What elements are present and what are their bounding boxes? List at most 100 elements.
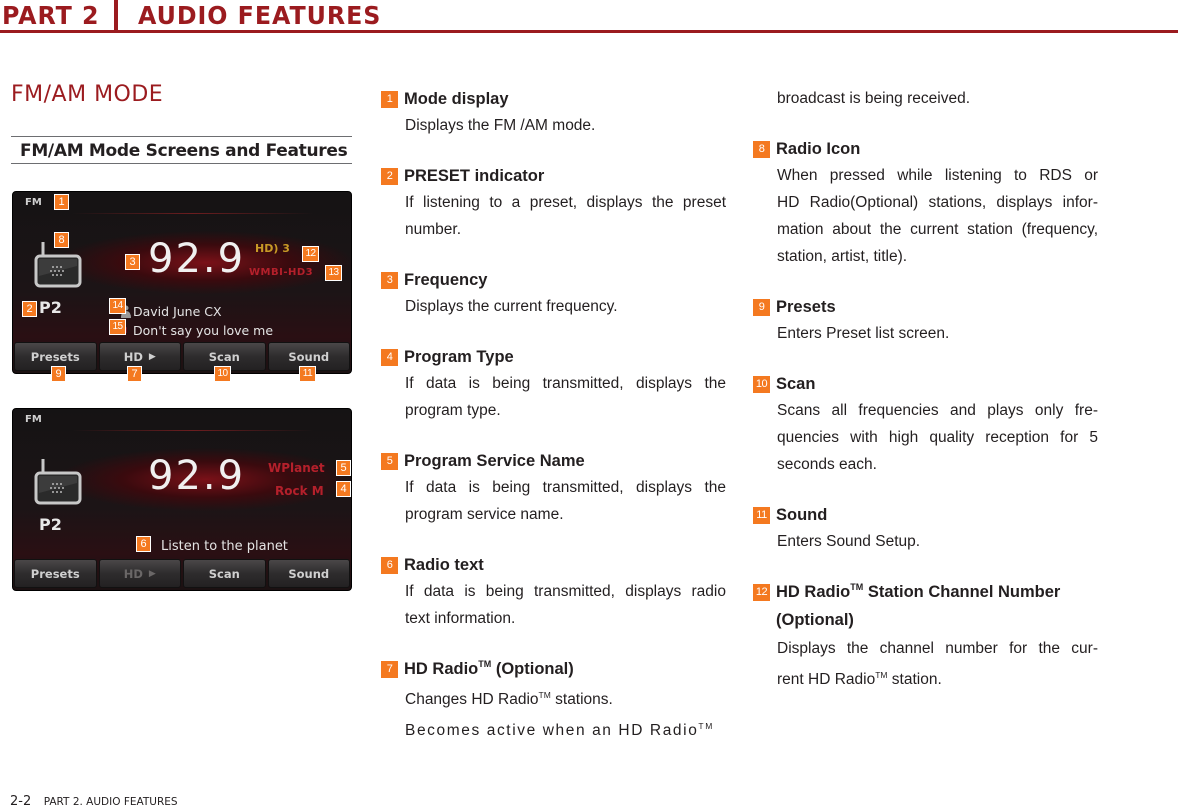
callout-badge: 7 [127,366,142,382]
feature-item: 6 Radio text If data is being transmitted… [381,552,726,632]
item-description: If data is being transmitted, displays r… [405,583,726,627]
item-number: 3 [381,271,398,289]
callout-badge: 11 [299,366,316,382]
feature-item-continued: broadcast is being received. [753,85,1098,112]
song-title: Don't say you love me [133,323,274,338]
program-service-name: WPlanet [268,461,325,475]
mode-display: FM [25,197,42,208]
feature-item: 11 Sound Enters Sound Setup. [753,502,1098,555]
item-number: 1 [381,90,398,108]
item-number: 11 [753,506,770,524]
feature-item: 9 Presets Enters Preset list screen. [753,294,1098,347]
presets-button[interactable]: Presets [14,559,97,588]
item-title: HD RadioTM Station Channel Number [776,582,1061,601]
feature-item: 3 Frequency Displays the current frequenc… [381,267,726,320]
radio-screen-hd: FM P2 92.9 HD) 3 WMBI-HD3 David June CX … [12,191,352,374]
item-number: 8 [753,140,770,158]
feature-item: 7 HD RadioTM (Optional) Changes HD RadioT… [381,656,726,744]
item-description: If data is being transmitted, displays t… [405,375,726,419]
callout-badge: 1 [54,194,69,210]
item-description: Displays the FM /AM mode. [405,117,596,134]
item-description: broadcast is being received. [777,90,971,107]
item-description: When pressed while listening to RDS or H… [777,167,1098,265]
feature-item: 12 HD RadioTM Station Channel Number (Opt… [753,579,1098,693]
item-title-continued: (Optional) [776,610,854,629]
item-description: Displays the channel number for the cur-… [777,640,1098,688]
feature-item: 4 Program Type If data is being transmitt… [381,344,726,424]
callout-badge: 4 [336,481,351,497]
program-type: Rock M [275,484,324,498]
feature-list-column-2: broadcast is being received. 8 Radio Icon… [753,86,1098,717]
item-title: Scan [776,374,816,393]
item-number: 4 [381,348,398,366]
callout-badge: 14 [109,298,126,314]
callout-badge: 12 [302,246,319,262]
item-title: HD RadioTM (Optional) [404,659,574,678]
item-description: Changes HD RadioTM stations. Becomes act… [405,690,714,739]
feature-item: 1 Mode display Displays the FM /AM mode. [381,86,726,139]
item-description: If data is being transmitted, displays t… [405,479,726,523]
item-title: Sound [776,505,828,524]
callout-badge: 6 [136,536,151,552]
callout-badge: 10 [214,366,231,382]
subsection-header: FM/AM Mode Screens and Features [11,136,352,164]
item-number: 5 [381,452,398,470]
item-number: 9 [753,298,770,316]
header-divider [114,0,118,33]
subsection-title: FM/AM Mode Screens and Features [20,141,348,161]
hd-channel-number: HD) 3 [255,242,290,255]
sound-button[interactable]: Sound [267,559,350,588]
radio-screen-rds: FM P2 92.9 WPlanet Rock M Listen to the … [12,408,352,591]
scan-button[interactable]: Scan [183,559,266,588]
play-arrow-icon: ▶ [148,568,156,579]
item-description: If listening to a preset, displays the p… [405,194,726,238]
footer-label: PART 2. AUDIO FEATURES [43,796,178,807]
feature-item: 8 Radio Icon When pressed while listening… [753,136,1098,270]
callout-badge: 9 [51,366,66,382]
item-number: 2 [381,167,398,185]
feature-item: 10 Scan Scans all frequencies and plays o… [753,371,1098,478]
feature-item: 5 Program Service Name If data is being t… [381,448,726,528]
hd-button[interactable]: HD ▶ [98,559,181,588]
station-call-sign: WMBI-HD3 [249,267,314,278]
preset-indicator: P2 [39,298,62,317]
preset-indicator: P2 [39,515,62,534]
part-label: PART 2 [2,1,100,30]
radio-text: Listen to the planet [161,539,288,554]
callout-badge: 3 [125,254,140,270]
page-footer: 2-2 PART 2. AUDIO FEATURES [10,792,178,807]
button-bar: Presets HD ▶ Scan Sound [14,559,350,588]
item-title: Presets [776,297,836,316]
page-header: PART 2 AUDIO FEATURES [0,0,1178,33]
callout-badge: 2 [22,301,37,317]
frequency-display: 92.9 [148,236,246,282]
callout-badge: 8 [54,232,69,248]
item-description: Enters Preset list screen. [777,325,950,342]
section-title: FM/AM MODE [11,82,164,107]
page-number: 2-2 [10,794,32,807]
item-number: 6 [381,556,398,574]
chapter-title: AUDIO FEATURES [138,1,382,30]
item-title: Radio Icon [776,139,861,158]
mode-display: FM [25,414,42,425]
item-number: 7 [381,660,398,678]
feature-item: 2 PRESET indicator If listening to a pres… [381,163,726,243]
callout-badge: 5 [336,460,351,476]
radio-icon[interactable] [33,457,83,507]
item-title: Frequency [404,270,488,289]
item-title: Radio text [404,555,484,574]
item-description: Scans all frequencies and plays only fre… [777,402,1098,473]
artist-name: David June CX [133,304,222,319]
item-description: Enters Sound Setup. [777,533,921,550]
feature-list-column-1: 1 Mode display Displays the FM /AM mode. … [381,86,726,768]
item-number: 12 [753,583,770,601]
item-title: PRESET indicator [404,166,545,185]
callout-badge: 15 [109,319,126,335]
header-line [73,430,313,431]
callout-badge: 13 [325,265,342,281]
frequency-display: 92.9 [148,453,246,499]
item-title: Program Type [404,347,514,366]
item-title: Mode display [404,89,509,108]
item-title: Program Service Name [404,451,585,470]
header-line [73,213,313,214]
